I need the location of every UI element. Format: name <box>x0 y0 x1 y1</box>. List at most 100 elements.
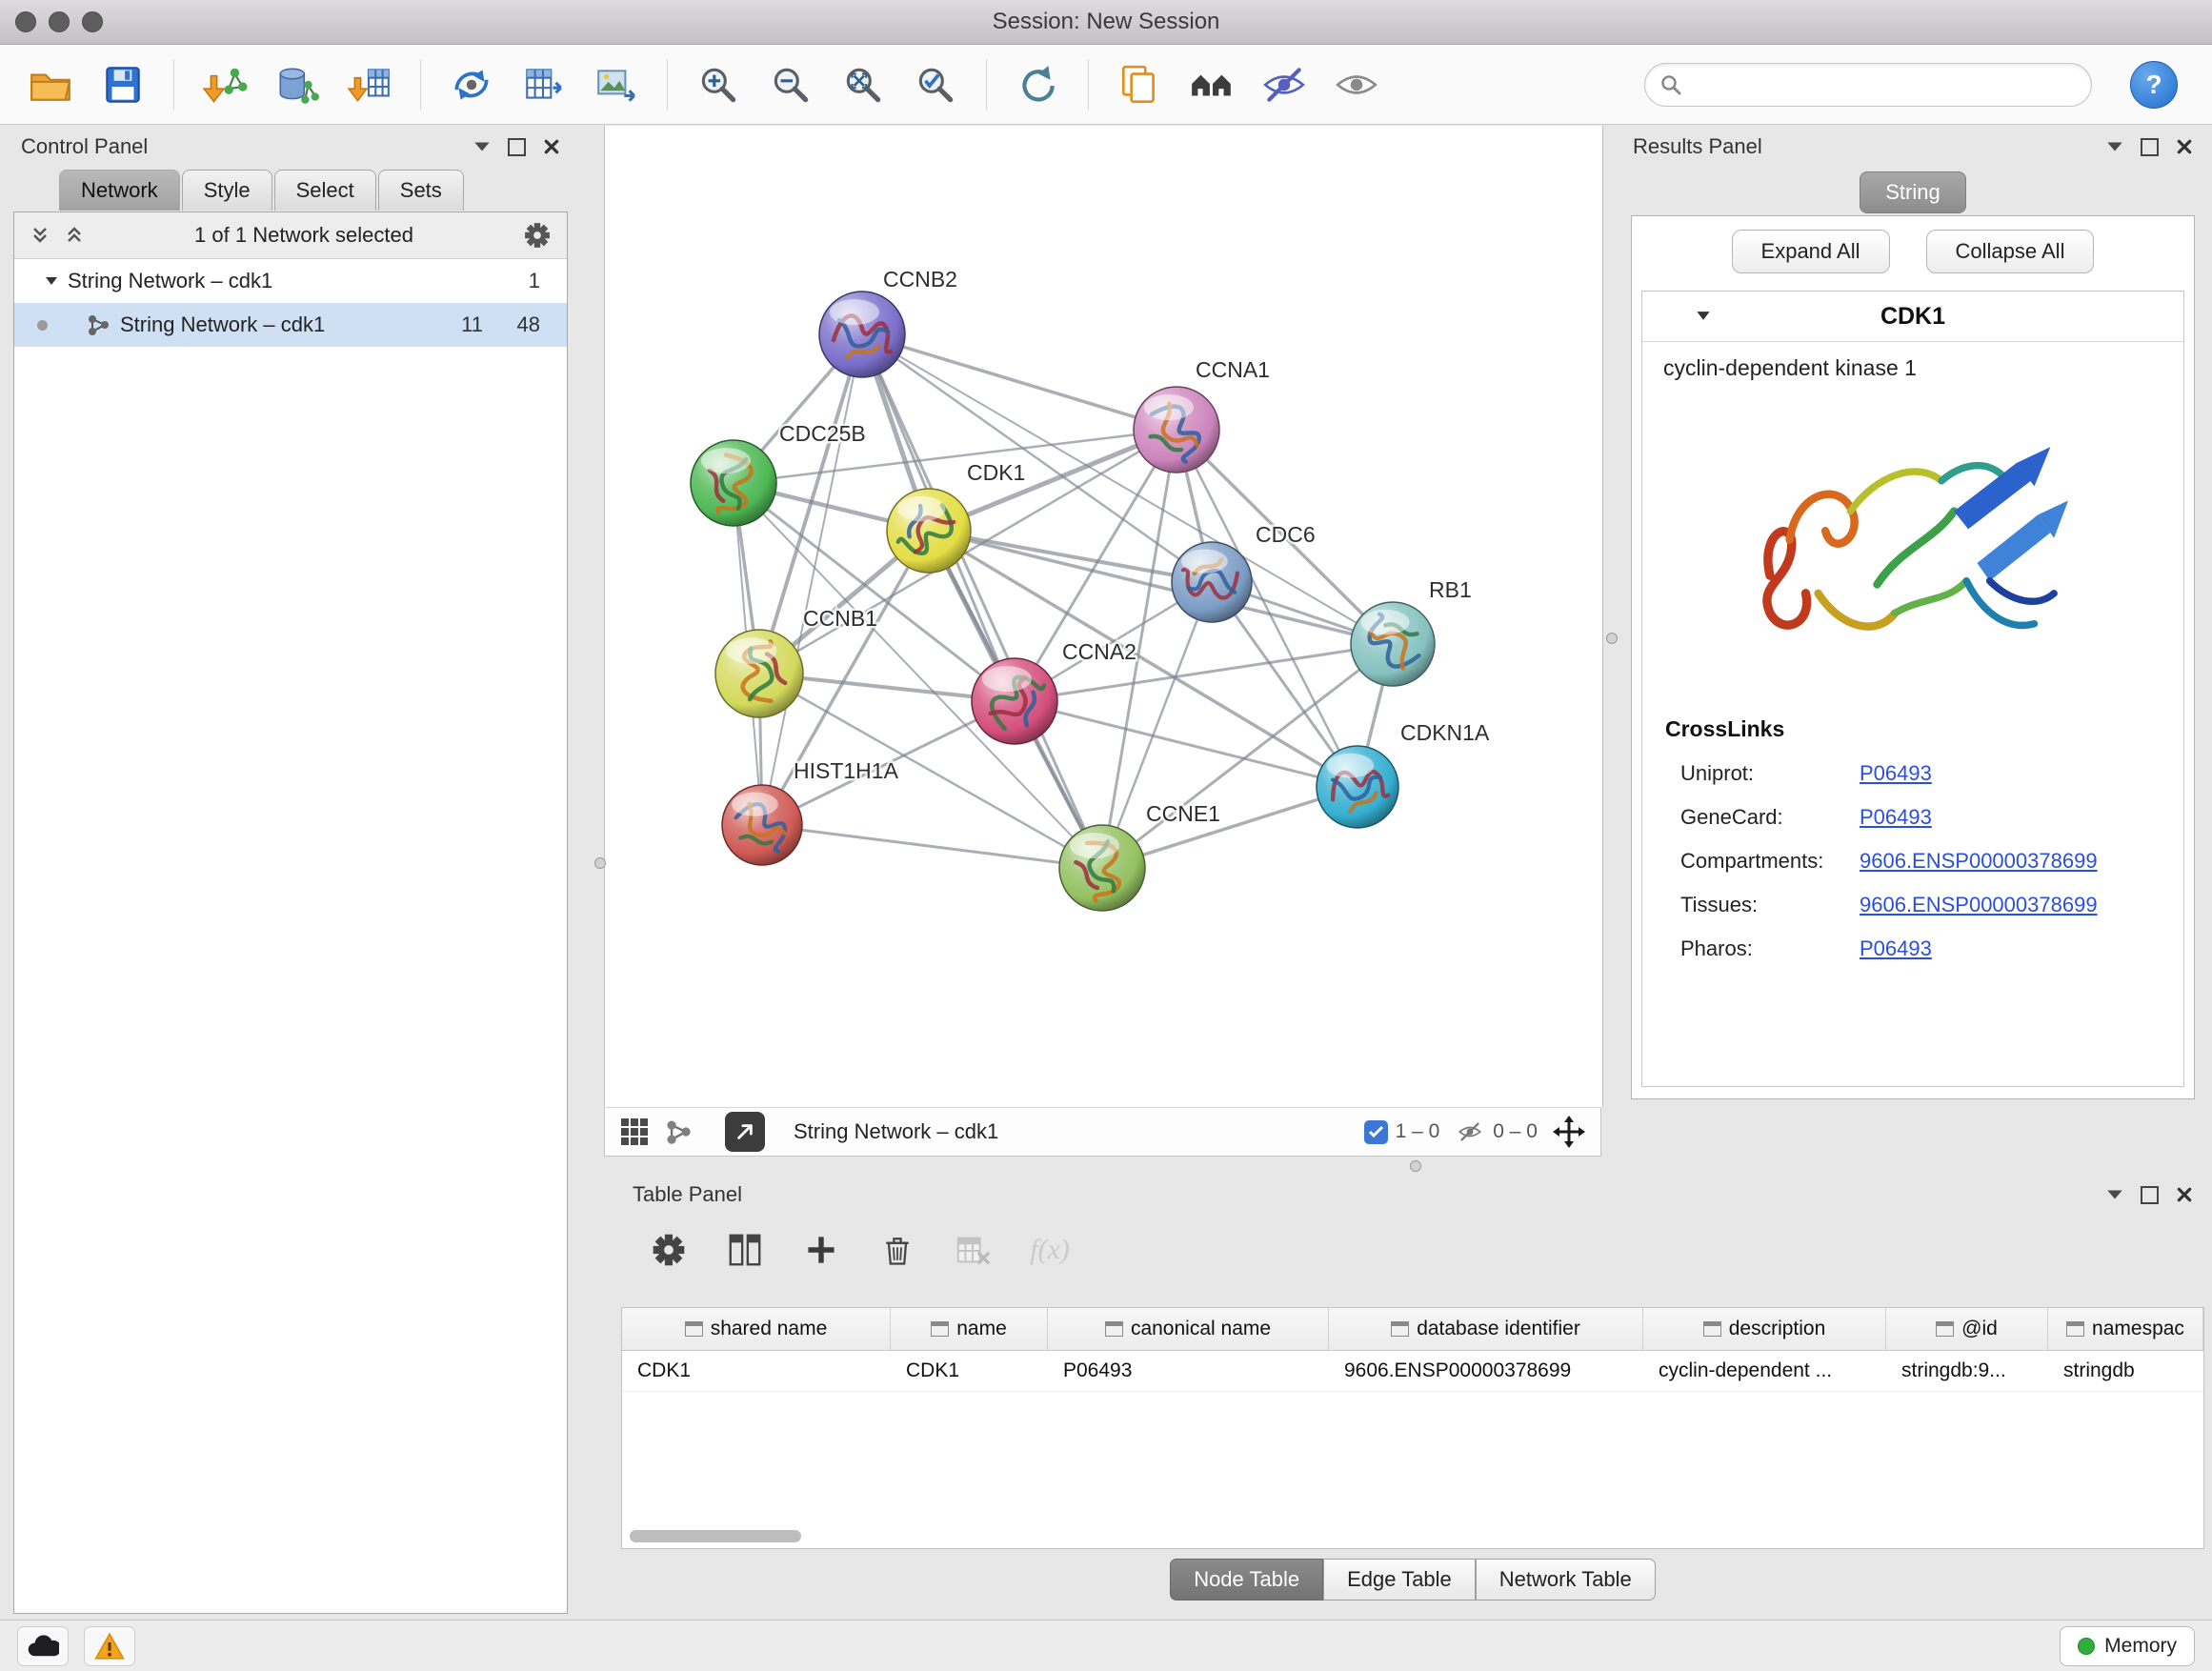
tab-edge-table[interactable]: Edge Table <box>1323 1559 1476 1601</box>
collapse-all-button[interactable]: Collapse All <box>1926 230 2095 273</box>
table-row[interactable]: CDK1CDK1P064939606.ENSP00000378699cyclin… <box>622 1351 2203 1392</box>
tab-network-table[interactable]: Network Table <box>1476 1559 1656 1601</box>
cloud-button[interactable] <box>17 1626 69 1666</box>
zoom-fit-button[interactable] <box>837 58 889 111</box>
hidden-eye-icon[interactable] <box>1455 1119 1485 1144</box>
crosslink-value[interactable]: P06493 <box>1860 805 1932 830</box>
zoom-in-button[interactable] <box>693 58 744 111</box>
column-header-canonical-name[interactable]: canonical name <box>1048 1308 1329 1350</box>
network-node-HIST1H1A[interactable] <box>722 785 802 865</box>
network-edge[interactable] <box>862 334 1102 868</box>
column-header-shared-name[interactable]: shared name <box>622 1308 891 1350</box>
tab-network[interactable]: Network <box>59 170 180 211</box>
crosslink-value[interactable]: P06493 <box>1860 936 1932 961</box>
export-image-button[interactable] <box>591 58 642 111</box>
expand-all-button[interactable]: Expand All <box>1732 230 1890 273</box>
crosslink-value[interactable]: P06493 <box>1860 761 1932 786</box>
import-network-file-button[interactable] <box>199 58 251 111</box>
search-input[interactable] <box>1691 72 2076 97</box>
network-edge[interactable] <box>862 334 1176 430</box>
panel-float-icon[interactable] <box>2141 1186 2159 1204</box>
warnings-button[interactable] <box>84 1626 135 1666</box>
delete-table-button[interactable] <box>953 1229 995 1271</box>
help-button[interactable]: ? <box>2130 61 2178 109</box>
new-network-table-button[interactable] <box>518 58 570 111</box>
expand-all-icon[interactable] <box>64 225 85 246</box>
tab-node-table[interactable]: Node Table <box>1170 1559 1323 1601</box>
tab-select[interactable]: Select <box>274 170 376 211</box>
minimize-window-button[interactable] <box>49 11 70 32</box>
network-share-icon[interactable] <box>664 1117 693 1146</box>
show-columns-button[interactable] <box>724 1229 766 1271</box>
tab-string[interactable]: String <box>1860 171 1965 213</box>
network-node-CCNE1[interactable] <box>1059 825 1145 911</box>
open-session-button[interactable] <box>25 58 76 111</box>
panel-close-icon[interactable] <box>2176 1187 2193 1202</box>
panel-float-icon[interactable] <box>508 138 526 156</box>
crosslink-value[interactable]: 9606.ENSP00000378699 <box>1860 849 2098 874</box>
network-view[interactable]: CCNB2CCNA1CDC25BCDK1CDC6RB1CCNB1CCNA2CDK… <box>604 126 1603 1107</box>
network-edge[interactable] <box>762 334 862 825</box>
panel-menu-icon[interactable] <box>2106 1187 2123 1202</box>
section-caret-icon[interactable] <box>1696 311 1711 321</box>
search-box[interactable] <box>1644 63 2092 107</box>
network-collection-row[interactable]: String Network – cdk1 1 <box>14 259 567 303</box>
panel-close-icon[interactable] <box>2176 139 2193 154</box>
import-table-button[interactable] <box>344 58 395 111</box>
network-node-CDC25B[interactable] <box>691 440 776 526</box>
column-header--id[interactable]: @id <box>1886 1308 2048 1350</box>
memory-button[interactable]: Memory <box>2060 1626 2195 1666</box>
window-titlebar[interactable]: Session: New Session <box>0 0 2212 45</box>
home-views-button[interactable] <box>1186 58 1237 111</box>
gene-section-header[interactable]: CDK1 <box>1642 292 2183 342</box>
copy-button[interactable] <box>1114 58 1165 111</box>
network-edge[interactable] <box>762 825 1102 868</box>
network-node-RB1[interactable] <box>1351 602 1435 686</box>
panel-menu-icon[interactable] <box>473 139 491 154</box>
import-network-database-button[interactable] <box>271 58 323 111</box>
tab-style[interactable]: Style <box>182 170 272 211</box>
network-node-CDKN1A[interactable] <box>1317 746 1398 828</box>
network-edge[interactable] <box>862 334 1393 644</box>
save-session-button[interactable] <box>97 58 149 111</box>
new-network-button[interactable] <box>446 58 497 111</box>
panel-close-icon[interactable] <box>543 139 560 154</box>
selected-checkbox-icon[interactable] <box>1364 1120 1388 1144</box>
crosslink-value[interactable]: 9606.ENSP00000378699 <box>1860 893 2098 917</box>
close-window-button[interactable] <box>15 11 36 32</box>
toggle-view-button[interactable] <box>1331 58 1382 111</box>
network-edge[interactable] <box>929 531 1393 644</box>
node-table[interactable]: shared namenamecanonical namedatabase id… <box>621 1307 2204 1549</box>
add-column-button[interactable] <box>800 1229 842 1271</box>
right-splitter-handle[interactable] <box>1606 633 1618 644</box>
network-node-CCNB2[interactable] <box>819 292 905 377</box>
table-settings-button[interactable] <box>648 1229 690 1271</box>
apply-function-button[interactable]: f(x) <box>1029 1229 1071 1271</box>
export-view-button[interactable] <box>725 1112 765 1152</box>
delete-column-button[interactable] <box>876 1229 918 1271</box>
tab-sets[interactable]: Sets <box>378 170 464 211</box>
column-header-namespac[interactable]: namespac <box>2048 1308 2203 1350</box>
collapse-all-icon[interactable] <box>30 225 50 246</box>
refresh-layout-button[interactable] <box>1012 58 1063 111</box>
network-node-CCNA2[interactable] <box>972 658 1057 744</box>
zoom-out-button[interactable] <box>765 58 816 111</box>
column-header-name[interactable]: name <box>891 1308 1048 1350</box>
birdseye-grid-icon[interactable] <box>620 1117 649 1146</box>
move-crosshair-icon[interactable] <box>1553 1116 1585 1148</box>
horizontal-scrollbar[interactable] <box>630 1530 801 1542</box>
network-node-CCNA1[interactable] <box>1134 387 1219 473</box>
gear-icon[interactable] <box>523 221 552 250</box>
panel-float-icon[interactable] <box>2141 138 2159 156</box>
network-node-CDC6[interactable] <box>1172 542 1252 622</box>
collapse-caret-icon[interactable] <box>45 276 58 286</box>
left-splitter-handle[interactable] <box>594 857 606 869</box>
bottom-splitter-handle[interactable] <box>1410 1160 1421 1172</box>
network-canvas[interactable]: CCNB2CCNA1CDC25BCDK1CDC6RB1CCNB1CCNA2CDK… <box>605 126 1602 1107</box>
network-node-CCNB1[interactable] <box>715 630 803 717</box>
column-header-description[interactable]: description <box>1643 1308 1886 1350</box>
network-node-CDK1[interactable] <box>887 489 971 573</box>
column-header-database-identifier[interactable]: database identifier <box>1329 1308 1643 1350</box>
panel-menu-icon[interactable] <box>2106 139 2123 154</box>
zoom-selected-button[interactable] <box>910 58 961 111</box>
